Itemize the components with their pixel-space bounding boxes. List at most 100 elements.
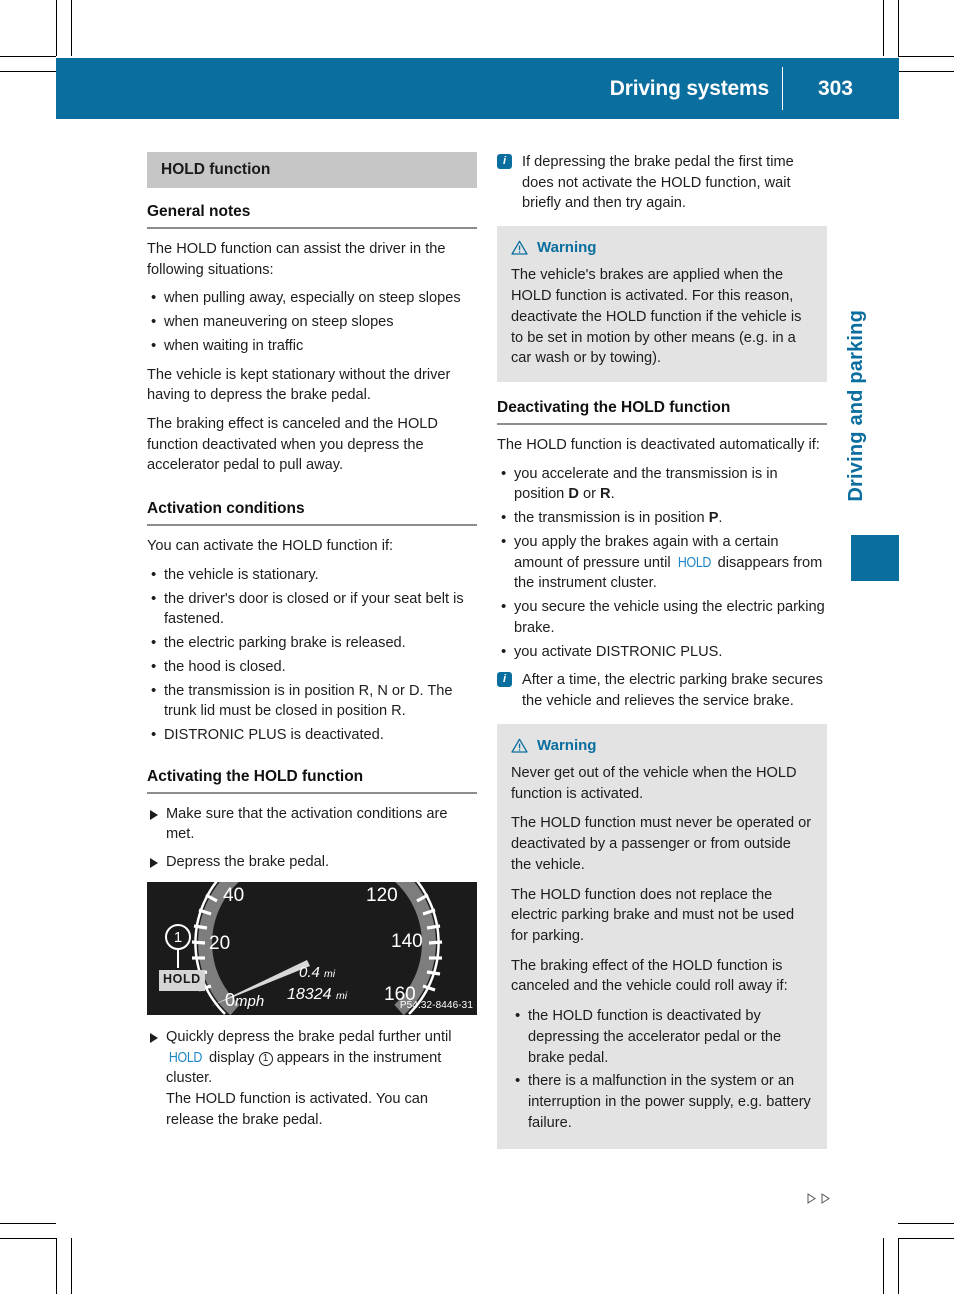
general-notes-intro: The HOLD function can assist the driver … <box>147 241 446 278</box>
crop-mark-bottom-right-h <box>898 1238 954 1239</box>
warning-triangle-icon <box>511 738 528 753</box>
heading-general-notes: General notes <box>147 201 477 229</box>
warning-1-header: Warning <box>511 237 813 258</box>
instrument-cluster-figure: 1 HOLD 20 40 120 140 160 0mph 0.4 mi 183… <box>147 881 477 1015</box>
note-2-text: After a time, the electric parking brake… <box>522 672 823 709</box>
figure-callout-1: 1 <box>165 923 191 950</box>
crop-mark-top-left-h2 <box>0 71 56 72</box>
callout-reference-1: 1 <box>258 1051 273 1066</box>
triangle-right-icon <box>807 1193 816 1204</box>
info-icon: i <box>497 154 512 169</box>
list-item: the electric parking brake is released. <box>147 632 477 654</box>
chapter-tab-marker <box>851 535 899 581</box>
warning-2-title: Warning <box>537 736 597 754</box>
manual-page: Driving systems 303 Driving and parking … <box>0 0 954 1294</box>
heading-deactivating-hold-function: Deactivating the HOLD function <box>497 397 827 426</box>
step-3-text-a: Quickly depress the brake pedal further … <box>166 1028 452 1045</box>
warning-1-title: Warning <box>537 239 597 257</box>
list-item: the hood is closed. <box>147 656 477 678</box>
list-item: the transmission is in position R, N or … <box>147 679 477 722</box>
gear-position-r: R <box>600 486 611 503</box>
list-item: you activate DISTRONIC PLUS. <box>497 641 827 663</box>
figure-tick-20: 20 <box>209 932 231 954</box>
warning-2-para-1: Never get out of the vehicle when the HO… <box>511 764 797 802</box>
left-column: HOLD function General notes The HOLD fun… <box>147 152 477 1138</box>
figure-trip-value: 0.4 <box>299 963 320 981</box>
figure-reference-code: P54.32-8446-31 <box>399 999 473 1011</box>
hold-indicator-text: HOLD <box>168 1049 203 1066</box>
activating-steps: Make sure that the activation conditions… <box>147 804 477 873</box>
crop-mark-bottom-left-h2 <box>0 1223 56 1224</box>
figure-odometer-readout: 18324 mi <box>287 984 347 1007</box>
step-3-text-b: display <box>209 1049 255 1066</box>
crop-mark-top-right-h2 <box>898 71 954 72</box>
info-icon: i <box>497 672 512 688</box>
list-item: Quickly depress the brake pedal further … <box>147 1027 477 1131</box>
step-3-text-c: appears in the instrument cluster. <box>166 1049 442 1087</box>
crop-mark-bottom-left-v <box>56 1238 57 1294</box>
figure-trip-readout: 0.4 mi <box>299 962 335 983</box>
triangle-right-icon <box>821 1193 830 1204</box>
figure-odometer-unit: mi <box>335 989 348 1002</box>
warning-2-para-2: The HOLD function must never be operated… <box>511 815 812 873</box>
warning-2-bullets: the HOLD function is deactivated by depr… <box>511 1005 813 1133</box>
deact-b1-or: or <box>582 486 596 503</box>
activation-conditions-intro: You can activate the HOLD function if: <box>147 538 394 555</box>
activation-conditions-bullets: the vehicle is stationary. the driver's … <box>147 564 477 746</box>
figure-odometer-value: 18324 <box>287 985 332 1003</box>
header-divider <box>782 67 783 110</box>
deact-b2-period: . <box>718 510 723 527</box>
general-notes-para-1: The vehicle is kept stationary without t… <box>147 366 451 404</box>
crop-mark-top-left-h <box>0 56 56 57</box>
figure-tick-140: 140 <box>391 930 423 952</box>
deact-b2-text: the transmission is in position <box>514 510 705 527</box>
crop-mark-bottom-right-v2 <box>883 1238 884 1294</box>
list-item: there is a malfunction in the system or … <box>511 1070 813 1133</box>
crop-mark-bottom-left-v2 <box>71 1238 72 1294</box>
crop-mark-top-right-v2 <box>883 0 884 56</box>
chapter-tab-label: Driving and parking <box>845 310 867 502</box>
figure-tick-40: 40 <box>223 884 245 906</box>
continuation-marker <box>805 1192 832 1205</box>
activating-steps-continued: Quickly depress the brake pedal further … <box>147 1027 477 1131</box>
warning-2-para-4: The braking effect of the HOLD function … <box>511 957 788 995</box>
general-notes-para-2: The braking effect is canceled and the H… <box>147 416 438 474</box>
crop-mark-top-right-h <box>898 56 954 57</box>
deactivating-intro: The HOLD function is deactivated automat… <box>497 437 820 454</box>
figure-trip-unit: mi <box>324 967 336 980</box>
list-item: the transmission is in position P. <box>497 507 827 529</box>
list-item: Depress the brake pedal. <box>147 852 477 873</box>
crop-mark-top-left-v <box>56 0 57 56</box>
crop-mark-bottom-left-h <box>0 1238 56 1239</box>
list-item: DISTRONIC PLUS is deactivated. <box>147 724 477 746</box>
warning-triangle-icon <box>511 240 528 255</box>
warning-box-1: Warning The vehicle's brakes are applied… <box>497 226 827 383</box>
list-item: the driver's door is closed or if your s… <box>147 588 477 630</box>
warning-1-body: The vehicle's brakes are applied when th… <box>511 267 802 367</box>
warning-box-2: Warning Never get out of the vehicle whe… <box>497 723 827 1150</box>
crop-mark-top-right-v <box>898 0 899 56</box>
note-block-2: i After a time, the electric parking bra… <box>497 670 827 711</box>
warning-2-para-3: The HOLD function does not replace the e… <box>511 886 795 944</box>
page-title: Driving systems <box>609 76 769 100</box>
hold-indicator-text: HOLD <box>677 554 711 571</box>
list-item: the vehicle is stationary. <box>147 564 477 586</box>
warning-2-header: Warning <box>511 735 813 756</box>
crop-mark-bottom-right-h2 <box>898 1223 954 1224</box>
heading-activating-hold-function: Activating the HOLD function <box>147 766 477 794</box>
deact-b1-period: . <box>610 486 615 503</box>
gear-position-p: P <box>708 510 719 527</box>
crop-mark-top-left-v2 <box>71 0 72 56</box>
crop-mark-bottom-right-v <box>898 1238 899 1294</box>
list-item: the HOLD function is deactivated by depr… <box>511 1005 813 1068</box>
list-item: when maneuvering on steep slopes <box>147 311 477 333</box>
figure-tick-120: 120 <box>366 884 398 906</box>
list-item: when waiting in traffic <box>147 335 477 357</box>
note-block-1: i If depressing the brake pedal the firs… <box>497 152 827 214</box>
section-title-hold-function: HOLD function <box>147 152 477 188</box>
step-3-text-d: The HOLD function is activated. You can … <box>166 1090 429 1128</box>
figure-hold-badge: HOLD <box>159 969 205 991</box>
figure-speed-readout: 0mph <box>225 988 264 1014</box>
page-header-band: Driving systems 303 <box>56 58 899 119</box>
list-item: Make sure that the activation conditions… <box>147 804 477 845</box>
